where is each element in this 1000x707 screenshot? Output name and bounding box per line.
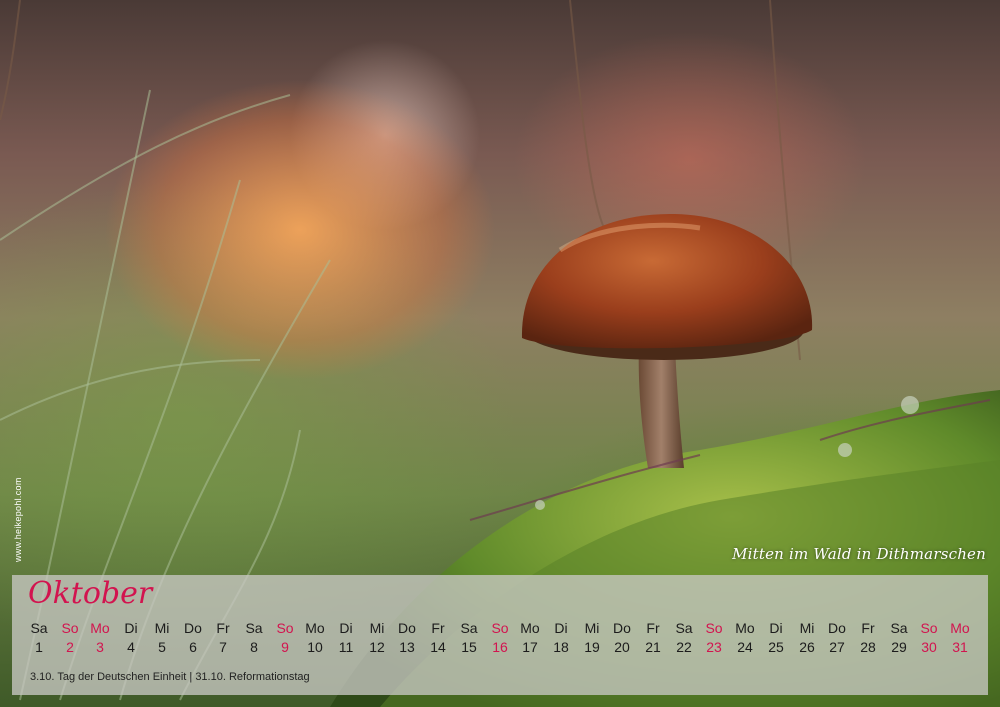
day-cell: Mo 3 — [85, 619, 115, 657]
day-number: 7 — [219, 639, 227, 655]
website-credit: www.heikepohl.com — [13, 477, 23, 562]
day-cell: Mi 12 — [362, 619, 392, 657]
day-number: 23 — [706, 639, 722, 655]
weekday-label: Mi — [154, 620, 170, 636]
weekday-label: Fr — [861, 620, 875, 636]
day-number: 26 — [799, 639, 815, 655]
day-cell: So 23 — [699, 619, 729, 657]
weekday-label: So — [61, 620, 79, 636]
day-cell: Mi 5 — [147, 619, 177, 657]
weekday-label: Do — [613, 620, 631, 636]
weekday-label: Mi — [584, 620, 600, 636]
month-title: Oktober — [28, 576, 153, 611]
calendar-panel: Oktober Sa 1 So 2 Mo 3 Di 4 Mi 5 Do 6 Fr 7 Sa 8 So 9 Mo 10 D… — [12, 575, 988, 695]
day-cell: Sa 22 — [669, 619, 699, 657]
day-number: 17 — [522, 639, 538, 655]
day-cell: Mi 19 — [577, 619, 607, 657]
day-number: 20 — [614, 639, 630, 655]
day-cell: Di 25 — [761, 619, 791, 657]
day-cell: So 30 — [914, 619, 944, 657]
day-cell: Do 6 — [178, 619, 208, 657]
day-number: 25 — [768, 639, 784, 655]
day-cell: Sa 1 — [24, 619, 54, 657]
day-cell: Do 20 — [607, 619, 637, 657]
day-cell: Sa 15 — [454, 619, 484, 657]
weekday-label: Mo — [950, 620, 970, 636]
weekday-label: Fr — [646, 620, 660, 636]
day-number: 6 — [189, 639, 197, 655]
day-cell: Mo 17 — [515, 619, 545, 657]
day-number: 21 — [645, 639, 661, 655]
weekday-label: Sa — [890, 620, 908, 636]
day-number: 14 — [430, 639, 446, 655]
weekday-label: Di — [769, 620, 783, 636]
weekday-label: Mo — [735, 620, 755, 636]
day-number: 5 — [158, 639, 166, 655]
weekday-label: So — [705, 620, 723, 636]
day-number: 27 — [829, 639, 845, 655]
day-cell: So 9 — [270, 619, 300, 657]
weekday-label: Do — [828, 620, 846, 636]
day-cell: Di 18 — [546, 619, 576, 657]
day-cell: Fr 7 — [208, 619, 238, 657]
day-cell: Sa 8 — [239, 619, 269, 657]
day-number: 29 — [891, 639, 907, 655]
holiday-note: 3.10. Tag der Deutschen Einheit | 31.10.… — [30, 671, 310, 683]
day-number: 30 — [921, 639, 937, 655]
day-cell: Mi 26 — [792, 619, 822, 657]
day-number: 16 — [492, 639, 508, 655]
day-number: 31 — [952, 639, 968, 655]
weekday-label: Fr — [216, 620, 230, 636]
weekday-label: Mi — [369, 620, 385, 636]
day-cell: Do 27 — [822, 619, 852, 657]
day-cell: Mo 31 — [945, 619, 975, 657]
day-number: 9 — [281, 639, 289, 655]
day-number: 11 — [338, 639, 354, 655]
day-number: 15 — [461, 639, 477, 655]
day-cell: Di 11 — [331, 619, 361, 657]
weekday-label: Di — [339, 620, 353, 636]
day-number: 12 — [369, 639, 385, 655]
weekday-label: So — [491, 620, 509, 636]
day-number: 2 — [66, 639, 74, 655]
day-number: 1 — [35, 639, 43, 655]
day-cell: Fr 21 — [638, 619, 668, 657]
day-cell: Mo 10 — [300, 619, 330, 657]
weekday-label: So — [276, 620, 294, 636]
weekday-label: Mo — [305, 620, 325, 636]
day-cell: Di 4 — [116, 619, 146, 657]
weekday-label: Mo — [520, 620, 540, 636]
day-number: 13 — [399, 639, 415, 655]
day-number: 22 — [676, 639, 692, 655]
weekday-label: Mi — [799, 620, 815, 636]
weekday-label: Sa — [30, 620, 48, 636]
weekday-label: Sa — [460, 620, 478, 636]
day-cell: Mo 24 — [730, 619, 760, 657]
weekday-label: Mo — [90, 620, 110, 636]
day-cell: Do 13 — [392, 619, 422, 657]
day-number: 3 — [96, 639, 104, 655]
photo-caption: Mitten im Wald in Dithmarschen — [732, 545, 986, 563]
day-cell: Fr 14 — [423, 619, 453, 657]
day-number: 8 — [250, 639, 258, 655]
weekday-label: Fr — [431, 620, 445, 636]
day-cell: So 2 — [55, 619, 85, 657]
day-number: 28 — [860, 639, 876, 655]
day-cell: Fr 28 — [853, 619, 883, 657]
weekday-label: So — [920, 620, 938, 636]
weekday-label: Sa — [675, 620, 693, 636]
day-number: 10 — [307, 639, 323, 655]
day-number: 19 — [584, 639, 600, 655]
day-number: 18 — [553, 639, 569, 655]
day-cell: Sa 29 — [884, 619, 914, 657]
weekday-label: Do — [184, 620, 202, 636]
weekday-label: Do — [398, 620, 416, 636]
day-number: 4 — [127, 639, 135, 655]
weekday-label: Di — [554, 620, 568, 636]
day-cell: So 16 — [485, 619, 515, 657]
weekday-label: Sa — [245, 620, 263, 636]
day-number: 24 — [737, 639, 753, 655]
weekday-label: Di — [124, 620, 138, 636]
